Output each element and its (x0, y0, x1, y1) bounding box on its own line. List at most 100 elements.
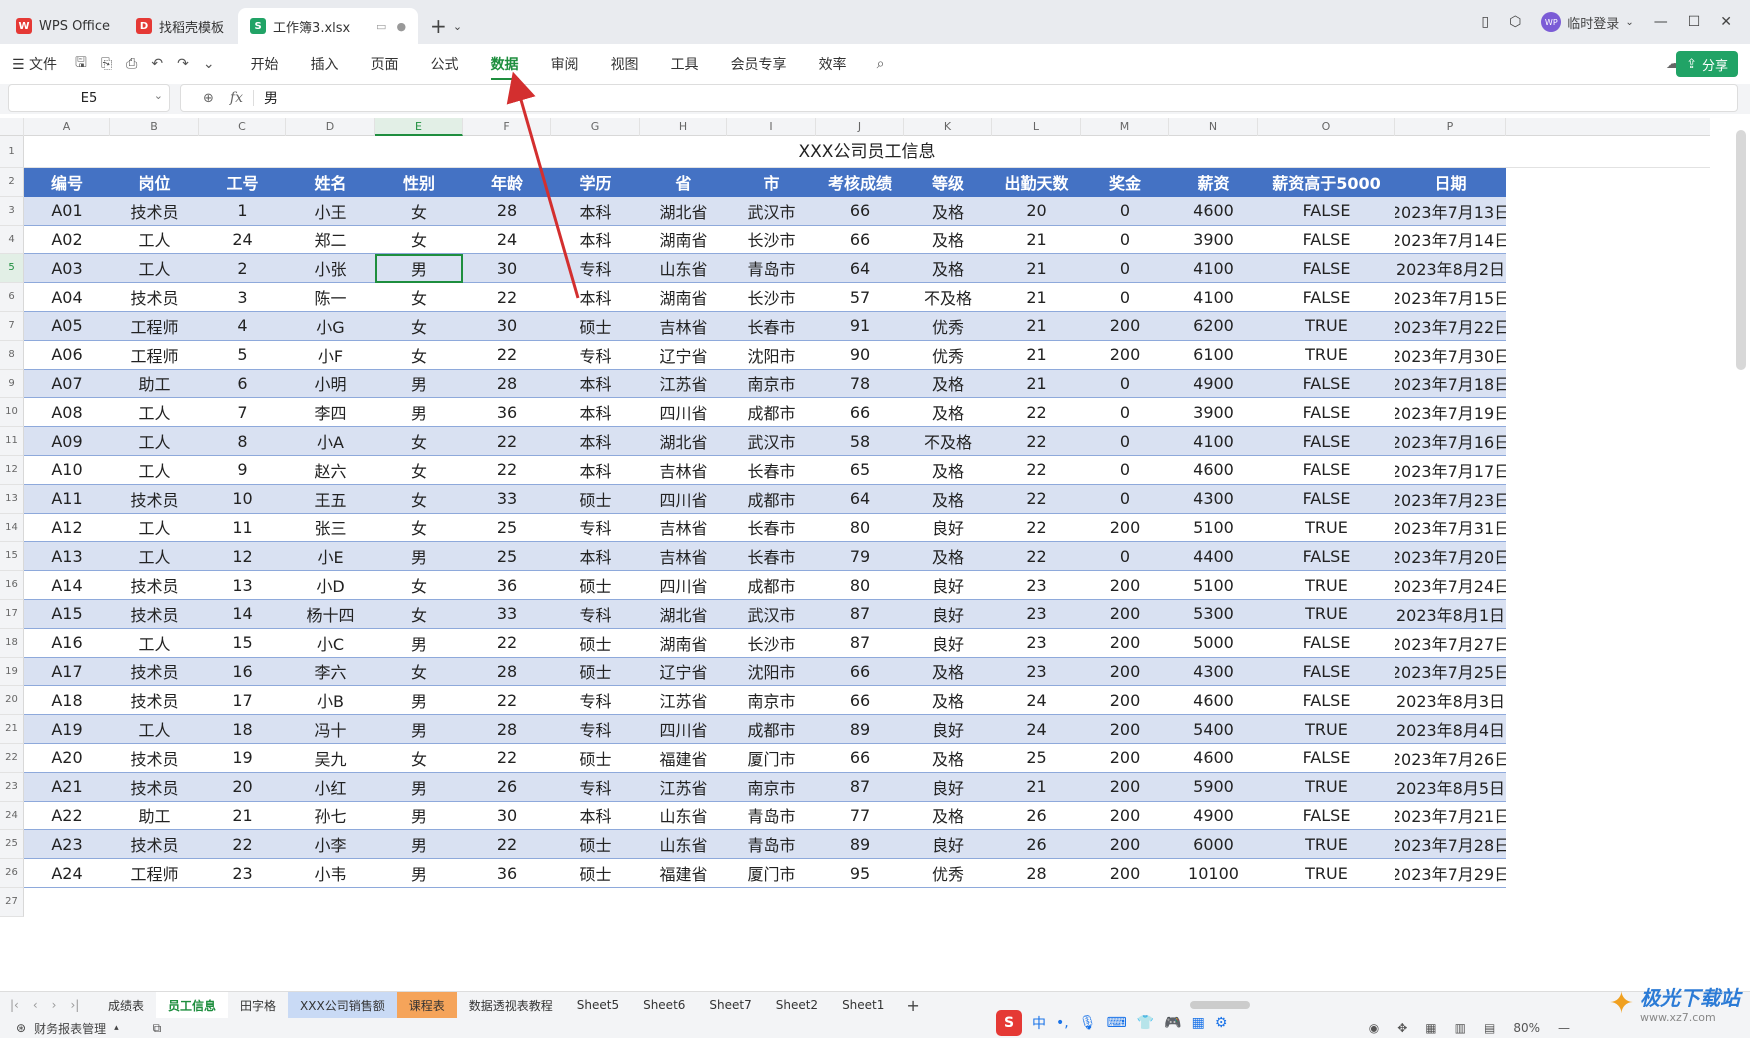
table-cell[interactable]: 22 (463, 456, 551, 484)
cross-hair-icon[interactable]: ✥ (1397, 1021, 1407, 1035)
row-header[interactable]: 17 (0, 600, 24, 629)
table-cell[interactable]: 18 (199, 715, 286, 743)
table-cell[interactable]: FALSE (1258, 226, 1395, 254)
table-cell[interactable]: 22 (992, 427, 1081, 455)
table-cell[interactable]: 4 (199, 312, 286, 340)
row-header[interactable]: 4 (0, 225, 24, 255)
table-cell[interactable]: 87 (816, 629, 904, 657)
tab-workbook[interactable]: S 工作簿3.xlsx ▭ ● (238, 8, 419, 44)
table-cell[interactable]: A01 (24, 197, 110, 225)
name-box[interactable]: E5 ⌄ (8, 84, 170, 112)
table-cell[interactable]: 及格 (904, 542, 992, 570)
table-cell[interactable]: 厦门市 (727, 859, 816, 887)
zoom-out-icon[interactable]: — (1558, 1021, 1570, 1035)
table-cell[interactable]: 专科 (551, 773, 640, 801)
header-cell[interactable]: 考核成绩 (816, 168, 904, 197)
table-cell[interactable]: A13 (24, 542, 110, 570)
table-cell[interactable]: 长沙市 (727, 226, 816, 254)
table-cell[interactable]: 21 (992, 254, 1081, 282)
table-cell[interactable]: 4100 (1169, 427, 1258, 455)
table-cell[interactable]: FALSE (1258, 197, 1395, 225)
sheet-tab[interactable]: Sheet7 (697, 992, 763, 1019)
table-cell[interactable]: 山东省 (640, 830, 727, 858)
header-cell[interactable]: 年龄 (463, 168, 551, 197)
finance-report-manager[interactable]: ⊛ 财务报表管理 ▴ ⧉ (16, 1020, 161, 1037)
table-cell[interactable]: 4900 (1169, 802, 1258, 830)
table-cell[interactable]: 22 (463, 427, 551, 455)
row-header[interactable]: 9 (0, 369, 24, 399)
table-cell[interactable]: A04 (24, 283, 110, 311)
table-cell[interactable]: 工人 (110, 398, 199, 426)
first-sheet-icon[interactable]: |‹ (10, 998, 19, 1012)
table-cell[interactable]: 200 (1081, 629, 1169, 657)
table-cell[interactable]: 89 (816, 715, 904, 743)
table-cell[interactable]: 79 (816, 542, 904, 570)
table-cell[interactable]: 23 (992, 571, 1081, 599)
table-cell[interactable]: FALSE (1258, 456, 1395, 484)
table-cell[interactable]: 2023年7月23日 (1395, 485, 1506, 513)
table-cell[interactable]: 小B (286, 686, 375, 714)
table-cell[interactable]: 5900 (1169, 773, 1258, 801)
table-cell[interactable]: 硕士 (551, 485, 640, 513)
table-cell[interactable]: A07 (24, 370, 110, 398)
column-header-d[interactable]: D (286, 118, 375, 136)
table-cell[interactable]: 22 (992, 398, 1081, 426)
table-cell[interactable]: 吉林省 (640, 514, 727, 542)
table-cell[interactable]: 良好 (904, 514, 992, 542)
table-cell[interactable]: A21 (24, 773, 110, 801)
table-cell[interactable]: TRUE (1258, 600, 1395, 628)
sheet-tab[interactable]: 数据透视表教程 (457, 992, 565, 1019)
table-cell[interactable]: 2023年7月28日 (1395, 830, 1506, 858)
table-cell[interactable]: 10100 (1169, 859, 1258, 887)
table-cell[interactable]: TRUE (1258, 341, 1395, 369)
table-cell[interactable]: 87 (816, 600, 904, 628)
header-cell[interactable]: 性别 (375, 168, 463, 197)
table-cell[interactable]: 2023年7月14日 (1395, 226, 1506, 254)
table-cell[interactable]: 及格 (904, 226, 992, 254)
table-cell[interactable]: A06 (24, 341, 110, 369)
table-cell[interactable]: 长春市 (727, 456, 816, 484)
search-icon[interactable]: ⌕ (877, 56, 885, 72)
table-cell[interactable]: 本科 (551, 370, 640, 398)
table-cell[interactable]: 2023年7月26日 (1395, 744, 1506, 772)
header-cell[interactable]: 编号 (24, 168, 110, 197)
table-cell[interactable]: A22 (24, 802, 110, 830)
table-cell[interactable]: 李四 (286, 398, 375, 426)
header-cell[interactable]: 学历 (551, 168, 640, 197)
table-cell[interactable]: 200 (1081, 341, 1169, 369)
table-cell[interactable]: 技术员 (110, 686, 199, 714)
table-cell[interactable]: 0 (1081, 485, 1169, 513)
table-cell[interactable]: 女 (375, 312, 463, 340)
menu-page[interactable]: 页面 (355, 44, 415, 84)
table-cell[interactable]: 专科 (551, 600, 640, 628)
table-cell[interactable]: 本科 (551, 398, 640, 426)
table-cell[interactable]: 小D (286, 571, 375, 599)
table-cell[interactable]: 及格 (904, 370, 992, 398)
table-cell[interactable]: 5 (199, 341, 286, 369)
table-cell[interactable]: 14 (199, 600, 286, 628)
table-cell[interactable]: 本科 (551, 226, 640, 254)
table-cell[interactable]: 孙七 (286, 802, 375, 830)
row-header[interactable]: 18 (0, 628, 24, 658)
table-cell[interactable]: 湖南省 (640, 283, 727, 311)
header-cell[interactable]: 岗位 (110, 168, 199, 197)
table-cell[interactable]: 2023年7月13日 (1395, 197, 1506, 225)
table-cell[interactable]: 200 (1081, 600, 1169, 628)
table-cell[interactable]: 6000 (1169, 830, 1258, 858)
column-header-b[interactable]: B (110, 118, 199, 136)
menu-data[interactable]: 数据 (475, 44, 535, 84)
prev-sheet-icon[interactable]: ‹ (33, 998, 38, 1012)
table-cell[interactable]: 吉林省 (640, 456, 727, 484)
new-tab-button[interactable]: + ⌄ (420, 8, 472, 44)
table-cell[interactable]: 0 (1081, 254, 1169, 282)
ime-punct-icon[interactable]: •, (1056, 1015, 1069, 1031)
spreadsheet-grid[interactable]: ABCDEFGHIJKLMNOP XXX公司员工信息 1 2 3 4 5 6 7 8 9 10 11… (0, 118, 1710, 989)
sheet-tab[interactable]: 成绩表 (96, 992, 156, 1019)
table-cell[interactable]: 0 (1081, 456, 1169, 484)
table-cell[interactable]: 5400 (1169, 715, 1258, 743)
table-cell[interactable]: FALSE (1258, 658, 1395, 686)
table-cell[interactable]: 技术员 (110, 197, 199, 225)
row-header[interactable]: 11 (0, 427, 24, 456)
table-cell[interactable]: 23 (199, 859, 286, 887)
column-header-c[interactable]: C (199, 118, 286, 136)
